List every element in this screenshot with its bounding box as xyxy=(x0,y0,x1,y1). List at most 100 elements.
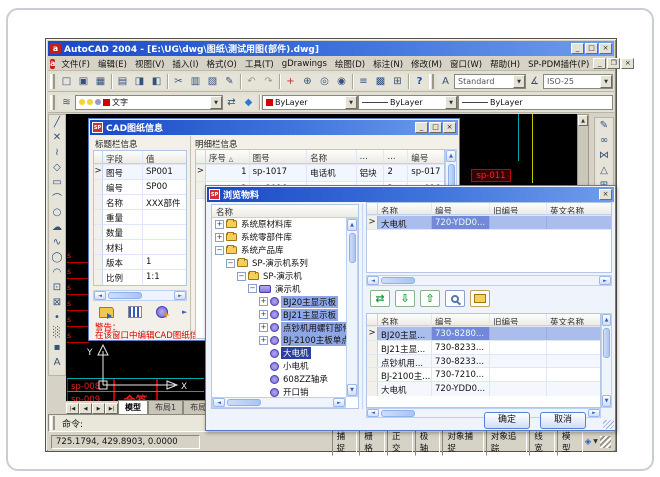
polygon-icon[interactable]: ◇ xyxy=(49,160,65,175)
point-icon[interactable]: • xyxy=(49,310,65,325)
menu-file[interactable]: 文件(F) xyxy=(57,57,94,71)
scroll-up-icon[interactable]: ▲ xyxy=(602,314,611,326)
collapse-toggle-icon[interactable]: − xyxy=(237,272,246,281)
minimize-button[interactable]: _ xyxy=(571,43,584,54)
menu-dimension[interactable]: 标注(N) xyxy=(369,57,407,71)
chevron-down-icon[interactable]: ▼ xyxy=(513,75,525,88)
window-resize-grip[interactable] xyxy=(600,436,611,448)
open-folder-icon[interactable] xyxy=(470,290,490,307)
link-icon[interactable]: ∞ xyxy=(596,133,612,148)
pan-icon[interactable]: + xyxy=(282,74,299,89)
maximize-button[interactable]: □ xyxy=(429,122,442,133)
tab-model[interactable]: 模型 xyxy=(118,400,148,414)
scroll-right-icon[interactable]: ► xyxy=(333,398,345,407)
surface-icon[interactable]: △ xyxy=(596,163,612,178)
dialog-title-bar[interactable]: SP 浏览物料 × xyxy=(207,187,614,202)
lineweight-toggle[interactable]: 线宽 xyxy=(529,428,555,456)
designcenter-icon[interactable]: ▩ xyxy=(372,74,389,89)
circle-icon[interactable]: ○ xyxy=(49,205,65,220)
column-header[interactable]: 图号 xyxy=(250,150,308,164)
expand-toggle-icon[interactable]: + xyxy=(215,233,224,242)
splitter[interactable] xyxy=(362,204,363,409)
line-icon[interactable]: ╱ xyxy=(49,115,65,130)
move-up-icon[interactable]: ⇧ xyxy=(420,290,440,307)
menu-tools[interactable]: 工具(T) xyxy=(241,57,278,71)
status-tray-chevron-icon[interactable]: ▼ xyxy=(593,438,598,445)
open-file-icon[interactable]: ▣ xyxy=(75,74,92,89)
table-row[interactable]: 编号 SP00 xyxy=(94,180,186,195)
make-block-icon[interactable]: ⊠ xyxy=(49,295,65,310)
new-file-icon[interactable]: □ xyxy=(58,74,75,89)
table-row[interactable]: 名称 XXX部件 xyxy=(94,195,186,210)
child-close-button[interactable]: × xyxy=(621,58,634,69)
ortho-toggle[interactable]: 正交 xyxy=(387,428,413,456)
menu-insert[interactable]: 插入(I) xyxy=(168,57,202,71)
arc-icon[interactable]: ⌒ xyxy=(49,190,65,205)
tree-item-screw-part[interactable]: + 点钞机用螺钉部件 xyxy=(212,321,346,334)
ellipse-arc-icon[interactable]: ◠ xyxy=(49,265,65,280)
mirror-icon[interactable]: ⋈ xyxy=(596,148,612,163)
column-header[interactable]: 名称 xyxy=(378,203,432,215)
snap-toggle[interactable]: 捕捉 xyxy=(332,428,358,456)
tool-palettes-icon[interactable]: ⊞ xyxy=(389,74,406,89)
tab-last-icon[interactable]: ▶| xyxy=(105,403,118,414)
title-block-hscrollbar[interactable]: ◄ ► xyxy=(93,290,187,301)
column-header[interactable]: 编号 xyxy=(432,203,490,215)
tree-item-bj21[interactable]: + BJ21主显示板 xyxy=(212,308,346,321)
expand-toggle-icon[interactable]: + xyxy=(259,297,268,306)
scroll-thumb[interactable] xyxy=(381,410,415,417)
tree-item-sp-demo[interactable]: − SP-演示机 xyxy=(212,270,346,283)
child-minimize-button[interactable]: _ xyxy=(593,58,606,69)
cut-icon[interactable]: ✂ xyxy=(170,74,187,89)
column-header[interactable]: 编号 xyxy=(432,314,490,326)
tree-vscrollbar[interactable]: ▲ ▼ xyxy=(346,218,358,397)
expand-toggle-icon[interactable]: + xyxy=(215,220,224,229)
help-icon[interactable]: ? xyxy=(411,74,428,89)
table-row[interactable]: 比例 1:1 xyxy=(94,270,186,285)
column-header[interactable]: 名称 xyxy=(378,314,432,326)
table-row[interactable]: > 1 sp-1017 电话机 铝块 2 sp-017 xyxy=(196,165,444,182)
scroll-up-icon[interactable]: ▲ xyxy=(446,150,456,162)
tree-hscrollbar[interactable]: ◄ ► xyxy=(212,397,346,408)
table-row[interactable]: > 图号 SP001 xyxy=(94,165,186,180)
tree-item-parts-library[interactable]: + 系统零部件库 xyxy=(212,231,346,244)
move-down-icon[interactable]: ⇩ xyxy=(395,290,415,307)
column-header[interactable]: 值 xyxy=(143,151,186,164)
scroll-left-icon[interactable]: ◄ xyxy=(213,398,225,407)
column-header[interactable]: 旧编号 xyxy=(490,314,547,326)
save-icon[interactable]: ▦ xyxy=(92,74,109,89)
sync-icon[interactable]: ⇄ xyxy=(370,290,390,307)
menu-format[interactable]: 格式(O) xyxy=(203,57,241,71)
collapse-toggle-icon[interactable]: − xyxy=(215,246,224,255)
close-button[interactable]: × xyxy=(443,122,456,133)
ellipse-icon[interactable]: ◯ xyxy=(49,250,65,265)
polyline-icon[interactable]: ≀ xyxy=(49,145,65,160)
column-header[interactable]: 序号 △ xyxy=(206,150,250,164)
column-header[interactable]: ... xyxy=(357,150,385,164)
osnap-toggle[interactable]: 对象捕捉 xyxy=(442,428,483,456)
communication-center-icon[interactable]: ◈ xyxy=(585,437,592,447)
tab-next-icon[interactable]: ▶ xyxy=(92,403,105,414)
column-header[interactable]: ... xyxy=(384,150,408,164)
tree-item-big-motor[interactable]: 大电机 xyxy=(212,347,346,360)
tree-item-small-motor[interactable]: 小电机 xyxy=(212,360,346,373)
properties-icon[interactable]: ≡ xyxy=(355,74,372,89)
menu-sp-pdm[interactable]: SP-PDM插件(P) xyxy=(524,57,593,71)
top-table-hscrollbar[interactable]: ◄ ► xyxy=(366,275,612,286)
column-header[interactable]: 英文名称 xyxy=(547,203,611,215)
undo-icon[interactable]: ↶ xyxy=(243,74,260,89)
tab-first-icon[interactable]: |◀ xyxy=(66,403,79,414)
column-header[interactable]: 名称 xyxy=(307,150,357,164)
linetype-combo[interactable]: ByLayer ▼ xyxy=(358,95,458,110)
tree-item-product-library[interactable]: − 系统产品库 xyxy=(212,244,346,257)
toolbar-overflow-icon[interactable]: ► xyxy=(182,308,187,316)
dialog-title-bar[interactable]: SP CAD图纸信息 _ □ × xyxy=(90,120,458,135)
scroll-right-icon[interactable]: ► xyxy=(174,291,186,300)
scroll-left-icon[interactable]: ◄ xyxy=(367,409,379,417)
child-restore-button[interactable]: ❐ xyxy=(607,58,620,69)
collapse-toggle-icon[interactable]: − xyxy=(226,259,235,268)
table-row[interactable]: 重量 xyxy=(94,210,186,225)
tree-item-bearing[interactable]: 608ZZ轴承 xyxy=(212,373,346,386)
title-bar[interactable]: a AutoCAD 2004 - [E:\UG\dwg\图纸\测试用图(部件).… xyxy=(48,41,614,56)
layers-icon[interactable]: ≋ xyxy=(58,95,75,110)
